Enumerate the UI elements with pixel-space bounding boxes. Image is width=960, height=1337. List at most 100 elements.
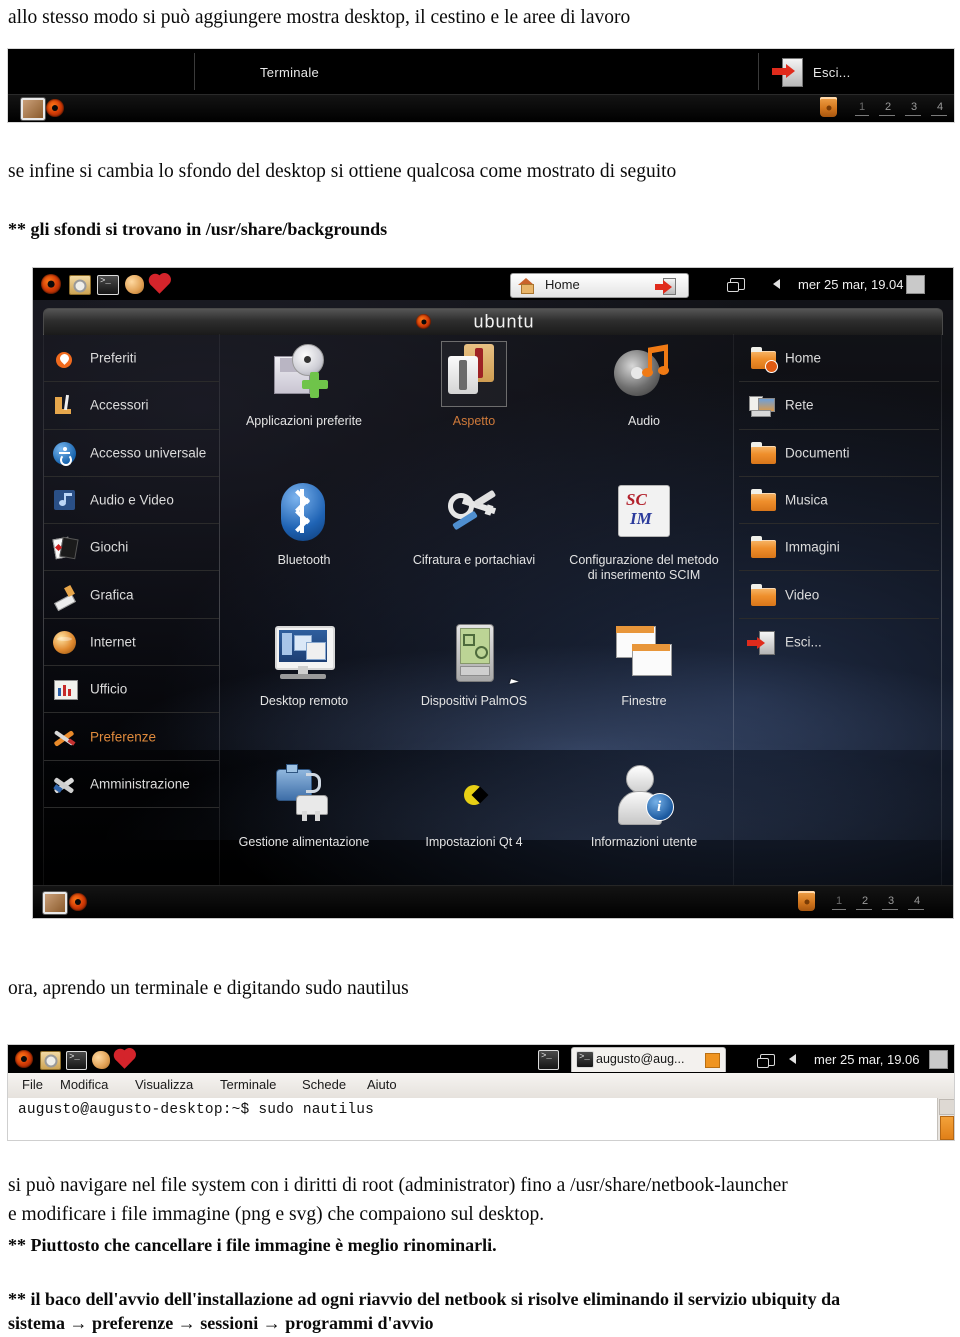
app-item-label: Impostazioni Qt 4 xyxy=(425,835,523,849)
qt4-icon xyxy=(442,763,506,827)
place-item-musica[interactable]: Musica xyxy=(739,477,939,525)
heart-icon[interactable] xyxy=(115,1050,134,1069)
category-item-accessori[interactable]: Accessori xyxy=(44,382,219,430)
workspace-1[interactable]: 1 xyxy=(859,101,865,113)
terminal-icon[interactable] xyxy=(97,275,119,295)
app-item-audio-cd-note[interactable]: Audio xyxy=(569,342,719,429)
volume-icon[interactable] xyxy=(789,1054,796,1064)
panel-bottom-row xyxy=(8,94,954,122)
menu-item-modifica[interactable]: Modifica xyxy=(60,1077,108,1092)
terminal-top-panel: augusto@aug... mer 25 mar, 19.06 xyxy=(8,1045,954,1073)
preferred-applications-icon xyxy=(272,342,336,406)
app-item-label: Desktop remoto xyxy=(259,694,349,708)
clock[interactable]: mer 25 mar, 19.04 xyxy=(798,277,904,292)
home-button[interactable]: Home xyxy=(510,273,689,298)
menu-item-aiuto[interactable]: Aiuto xyxy=(367,1077,397,1092)
ubuntu-logo-icon[interactable] xyxy=(46,99,64,117)
places-list: Home Rete Documenti Musica Immagini Video Esci… xyxy=(739,335,939,665)
place-item-esci[interactable]: Esci... xyxy=(739,619,939,665)
place-item-home[interactable]: Home xyxy=(739,335,939,383)
application-grid: Applicazioni preferite Aspetto Audio Blueto… xyxy=(223,336,731,886)
place-item-video[interactable]: Video xyxy=(739,571,939,619)
workspace-4[interactable]: 4 xyxy=(937,101,943,113)
app-item-label: Dispositivi PalmOS xyxy=(420,694,528,708)
app-item-scim[interactable]: SC IM Configurazione del metodo di inserim… xyxy=(569,481,719,583)
volume-icon[interactable] xyxy=(773,279,780,289)
category-item-preferenze[interactable]: Preferenze xyxy=(44,713,219,761)
ubuntu-logo-icon[interactable] xyxy=(69,893,87,911)
window-switcher-icon[interactable] xyxy=(757,1054,775,1068)
home-folder-icon xyxy=(747,345,778,374)
keyboard-indicator-icon[interactable] xyxy=(929,1050,948,1069)
window-title-terminale[interactable]: Terminale xyxy=(260,65,319,80)
ubuntu-logo-icon[interactable] xyxy=(15,1050,33,1068)
trash-icon[interactable] xyxy=(820,97,837,117)
menu-item-schede[interactable]: Schede xyxy=(302,1077,346,1092)
app-item-qt4[interactable]: Impostazioni Qt 4 xyxy=(399,763,549,850)
place-item-immagini[interactable]: Immagini xyxy=(739,524,939,572)
workspace-3[interactable]: 3 xyxy=(911,101,917,113)
app-item-windows[interactable]: Finestre xyxy=(569,622,719,709)
category-item-label: Giochi xyxy=(90,539,129,555)
update-manager-icon[interactable] xyxy=(69,275,91,295)
shell-icon[interactable] xyxy=(125,275,144,294)
show-desktop-icon[interactable] xyxy=(43,892,67,914)
ubuntu-logo-icon[interactable] xyxy=(41,274,61,294)
taskbar-item[interactable]: augusto@aug... xyxy=(571,1047,726,1072)
category-item-accesso-universale[interactable]: Accesso universale xyxy=(44,430,219,477)
logout-arrow-icon xyxy=(772,64,795,78)
workspace-4[interactable]: 4 xyxy=(914,895,920,907)
trash-icon[interactable] xyxy=(798,891,815,911)
category-item-preferiti[interactable]: Preferiti xyxy=(44,335,219,383)
app-item-appearance-shirts[interactable]: Aspetto xyxy=(399,342,549,429)
workspace-2[interactable]: 2 xyxy=(885,101,891,113)
workspace-2[interactable]: 2 xyxy=(862,895,868,907)
category-item-audio-e-video[interactable]: Audio e Video xyxy=(44,477,219,525)
app-item-bluetooth[interactable]: Bluetooth xyxy=(229,481,379,568)
terminal-window-icon[interactable] xyxy=(538,1050,559,1070)
app-item-power-management[interactable]: Gestione alimentazione xyxy=(229,763,379,850)
menu-item-visualizza[interactable]: Visualizza xyxy=(135,1077,193,1092)
close-icon[interactable] xyxy=(705,1053,720,1068)
terminal-icon[interactable] xyxy=(66,1051,87,1070)
menu-item-terminale[interactable]: Terminale xyxy=(220,1077,276,1092)
category-item-internet[interactable]: Internet xyxy=(44,619,219,667)
clock[interactable]: mer 25 mar, 19.06 xyxy=(814,1052,920,1067)
terminal-content[interactable]: augusto@augusto-desktop:~$ sudo nautilus xyxy=(8,1098,954,1140)
keyring-icon xyxy=(442,481,506,545)
app-item-label: Finestre xyxy=(621,694,667,708)
category-item-grafica[interactable]: Grafica xyxy=(44,571,219,619)
update-manager-icon[interactable] xyxy=(40,1051,61,1070)
place-item-rete[interactable]: Rete xyxy=(739,382,939,430)
app-item-remote-desktop[interactable]: Desktop remoto xyxy=(229,622,379,709)
scrollbar-thumb[interactable] xyxy=(940,1116,954,1140)
category-item-giochi[interactable]: Giochi xyxy=(44,524,219,572)
logout-label[interactable]: Esci... xyxy=(813,65,851,80)
app-item-palmos[interactable]: Dispositivi PalmOS xyxy=(399,622,549,709)
workspace-3[interactable]: 3 xyxy=(888,895,894,907)
workspace-1[interactable]: 1 xyxy=(836,895,842,907)
category-item-amministrazione[interactable]: Amministrazione xyxy=(44,761,219,808)
app-item-user-info[interactable]: i Informazioni utente xyxy=(569,763,719,850)
shell-icon[interactable] xyxy=(92,1051,110,1069)
menu-item-file[interactable]: File xyxy=(22,1077,43,1092)
keyboard-indicator-icon[interactable] xyxy=(906,275,925,294)
place-item-documenti[interactable]: Documenti xyxy=(739,430,939,477)
place-item-label: Video xyxy=(785,587,820,603)
app-item-preferred-applications[interactable]: Applicazioni preferite xyxy=(229,342,379,429)
screenshot-netbook-launcher: Home mer 25 mar, 19.04 ubuntu Preferiti A… xyxy=(32,267,954,919)
window-switcher-icon[interactable] xyxy=(727,278,745,292)
show-desktop-icon[interactable] xyxy=(21,98,45,120)
scroll-up-icon[interactable] xyxy=(939,1099,954,1115)
heart-icon[interactable] xyxy=(150,275,169,294)
category-item-label: Preferenze xyxy=(90,729,157,745)
place-item-label: Esci... xyxy=(785,634,822,650)
panel-separator xyxy=(758,53,759,90)
remote-desktop-icon xyxy=(272,622,336,686)
app-item-label: Audio xyxy=(628,414,660,428)
terminal-scrollbar[interactable] xyxy=(937,1098,954,1140)
category-item-ufficio[interactable]: Ufficio xyxy=(44,666,219,714)
tools-icon xyxy=(52,724,78,750)
app-item-keyring[interactable]: Cifratura e portachiavi xyxy=(399,481,549,568)
logout-arrow-icon xyxy=(655,280,672,294)
